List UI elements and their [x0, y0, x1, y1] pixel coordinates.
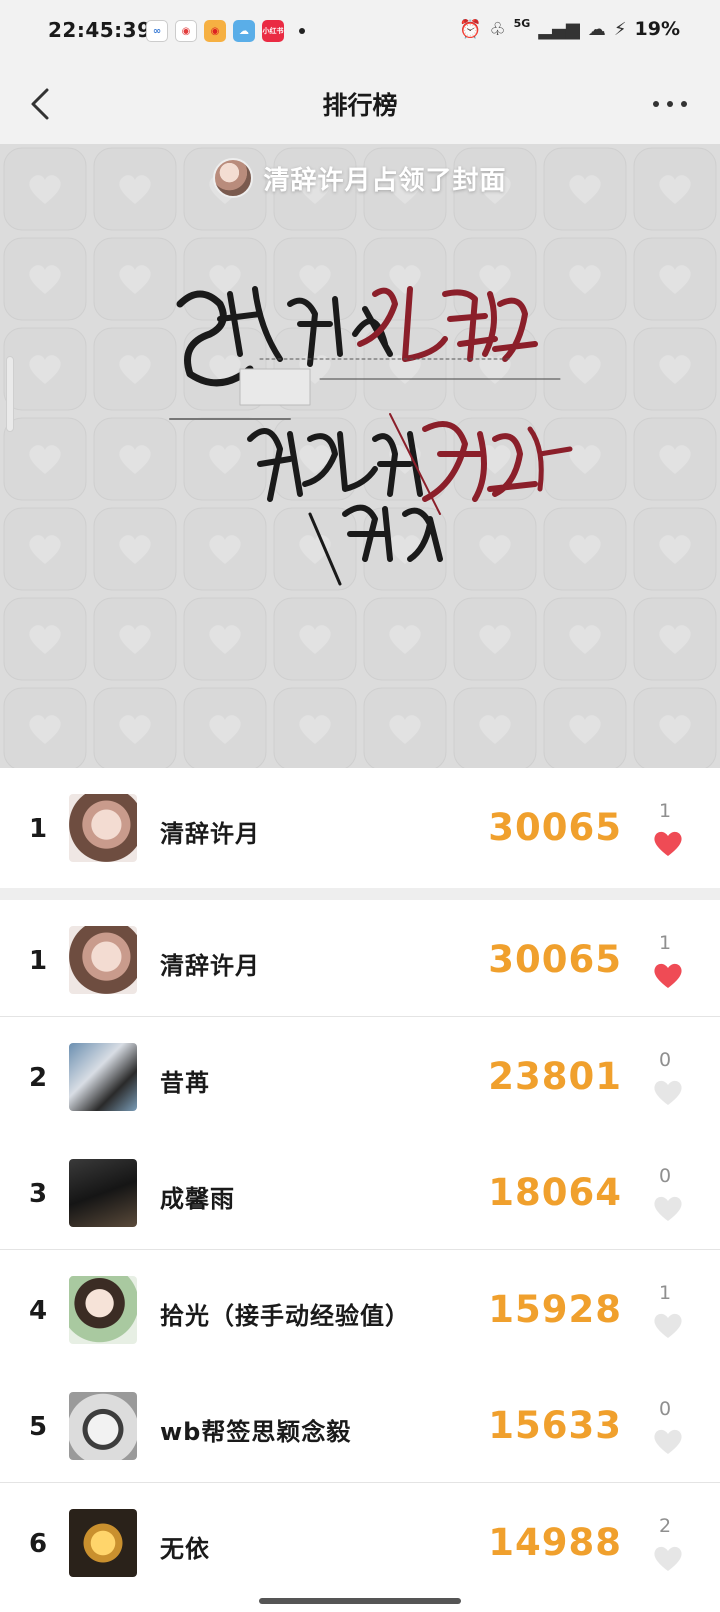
network-type: 5G [513, 16, 531, 30]
ranking-row[interactable]: 2 昔苒 23801 0 [0, 1016, 720, 1137]
more-options-button[interactable] [648, 84, 692, 124]
cover-image[interactable]: 清辞许月占领了封面 [0, 144, 720, 768]
rank-number: 4 [28, 1295, 48, 1326]
status-time: 22:45:39 [48, 18, 152, 42]
alarm-icon: ⏰ [459, 18, 482, 40]
ranking-row[interactable]: 4 拾光（接手动经验值） 15928 1 [0, 1249, 720, 1370]
score: 15633 [488, 1404, 622, 1448]
like-count: 1 [658, 932, 672, 954]
score: 14988 [488, 1521, 622, 1564]
cloud-battery-icon: ☁ [587, 18, 606, 40]
my-rank-row[interactable]: 1 清辞许月 30065 1 [0, 768, 720, 888]
user-name: 拾光（接手动经验值） [160, 1301, 410, 1330]
score: 30065 [488, 806, 622, 849]
ranking-row[interactable]: 1 清辞许月 30065 1 [0, 900, 720, 1020]
heart-icon[interactable] [652, 1193, 684, 1223]
calligraphy-artwork [169, 286, 573, 586]
section-separator [0, 888, 720, 900]
rank-number: 2 [28, 1062, 48, 1093]
avatar[interactable] [69, 926, 137, 994]
ranking-row[interactable]: 6 无依 14988 2 [0, 1483, 720, 1603]
notification-icons: ∞ ◉ ◉ ☁ 小红书 [146, 20, 305, 42]
signal-icon: ▂▄▆ [538, 18, 580, 40]
avatar[interactable] [69, 1275, 137, 1344]
charging-icon: ⚡ [613, 18, 627, 40]
user-name: 成馨雨 [160, 1185, 235, 1214]
avatar[interactable] [69, 1392, 137, 1461]
like-count: 0 [658, 1398, 672, 1421]
ranking-row[interactable]: 5 wb帮签思颖念毅 15633 0 [0, 1366, 720, 1487]
like-count: 1 [658, 1281, 672, 1304]
rank-number: 3 [28, 1179, 48, 1210]
heart-icon[interactable] [652, 828, 684, 858]
user-name: wb帮签思颖念毅 [160, 1418, 352, 1447]
user-name: 昔苒 [160, 1068, 210, 1097]
cloud-app-icon: ∞ [146, 20, 168, 42]
weibo-icon: ◉ [175, 20, 197, 42]
cover-banner: 清辞许月占领了封面 [0, 158, 720, 198]
avatar[interactable] [69, 794, 137, 862]
ranking-row[interactable]: 3 成馨雨 18064 0 [0, 1133, 720, 1254]
user-name: 清辞许月 [160, 952, 260, 980]
side-handle[interactable] [6, 356, 14, 432]
avatar[interactable] [69, 1042, 137, 1111]
heart-icon[interactable] [652, 1426, 684, 1456]
cover-banner-text: 清辞许月占领了封面 [263, 165, 507, 196]
heart-icon[interactable] [652, 960, 684, 990]
heart-icon[interactable] [652, 1543, 684, 1573]
more-notifications-dot [299, 28, 305, 34]
avatar[interactable] [69, 1509, 137, 1577]
rank-number: 5 [28, 1412, 48, 1443]
more-icon [653, 101, 687, 107]
status-right: ⏰ ♧ 5G ▂▄▆ ☁ ⚡ 19% [459, 16, 680, 41]
weibo-alt-icon: ◉ [204, 20, 226, 42]
status-bar: 22:45:39 ∞ ◉ ◉ ☁ 小红书 ⏰ ♧ 5G ▂▄▆ ☁ ⚡ 19% [0, 0, 720, 62]
avatar[interactable] [69, 1159, 137, 1228]
user-name: 无依 [160, 1535, 210, 1563]
battery-level: 19% [634, 18, 680, 40]
score: 18064 [488, 1171, 622, 1215]
like-count: 1 [658, 800, 672, 822]
heart-icon[interactable] [652, 1310, 684, 1340]
like-count: 2 [658, 1515, 672, 1537]
cover-avatar [213, 158, 254, 198]
page-title: 排行榜 [322, 91, 398, 120]
like-count: 0 [658, 1165, 672, 1188]
score: 23801 [488, 1054, 622, 1098]
rank-number: 1 [28, 946, 48, 976]
weather-icon: ☁ [233, 20, 255, 42]
home-indicator[interactable] [259, 1598, 461, 1604]
rank-number: 6 [28, 1529, 48, 1559]
sticker-icon: ♧ [489, 18, 506, 40]
like-count: 0 [658, 1048, 672, 1071]
heart-icon[interactable] [652, 1077, 684, 1107]
nav-bar: 排行榜 [0, 62, 720, 144]
rank-number: 1 [28, 814, 48, 844]
user-name: 清辞许月 [160, 820, 260, 848]
score: 15928 [488, 1287, 622, 1331]
xiaohongshu-icon: 小红书 [262, 20, 284, 42]
score: 30065 [488, 938, 622, 981]
